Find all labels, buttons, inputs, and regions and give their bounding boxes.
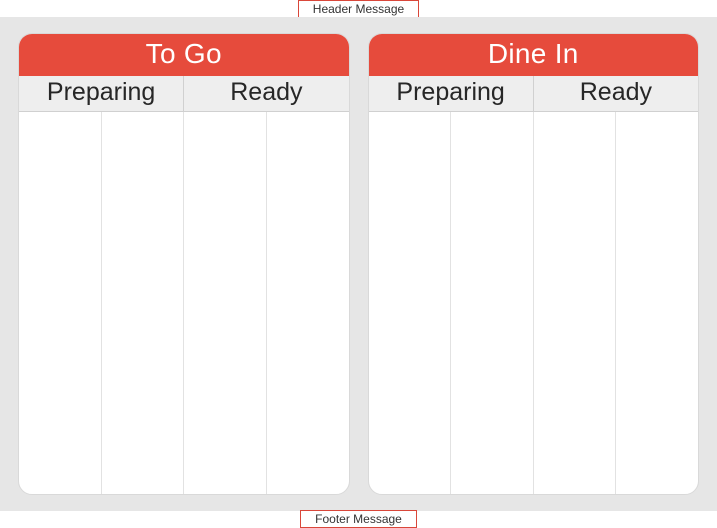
footer-bar: Footer Message: [0, 511, 717, 528]
header-message-text: Header Message: [313, 2, 404, 16]
togo-ready-header: Ready: [184, 76, 348, 111]
dinein-preparing-header: Preparing: [369, 76, 534, 111]
dinein-preparing-col-1: [369, 112, 452, 494]
main-area: To Go Preparing Ready Dine In Preparing …: [0, 17, 717, 511]
panel-togo-title: To Go: [19, 34, 349, 76]
panel-dinein-body: [369, 112, 699, 494]
footer-message-text: Footer Message: [315, 512, 402, 526]
header-bar: Header Message: [0, 0, 717, 17]
panel-dinein: Dine In Preparing Ready: [368, 33, 700, 495]
header-message-box: Header Message: [298, 0, 419, 18]
panel-togo: To Go Preparing Ready: [18, 33, 350, 495]
togo-preparing-col-2: [102, 112, 185, 494]
togo-ready-col-2: [267, 112, 349, 494]
panel-dinein-subheaders: Preparing Ready: [369, 76, 699, 112]
dinein-ready-col-2: [616, 112, 698, 494]
panel-dinein-title: Dine In: [369, 34, 699, 76]
dinein-ready-col-1: [534, 112, 617, 494]
panel-togo-body: [19, 112, 349, 494]
togo-ready-col-1: [184, 112, 267, 494]
dinein-ready-header: Ready: [534, 76, 698, 111]
footer-message-box: Footer Message: [300, 510, 417, 528]
togo-preparing-col-1: [19, 112, 102, 494]
panel-togo-subheaders: Preparing Ready: [19, 76, 349, 112]
dinein-preparing-col-2: [451, 112, 534, 494]
togo-preparing-header: Preparing: [19, 76, 184, 111]
